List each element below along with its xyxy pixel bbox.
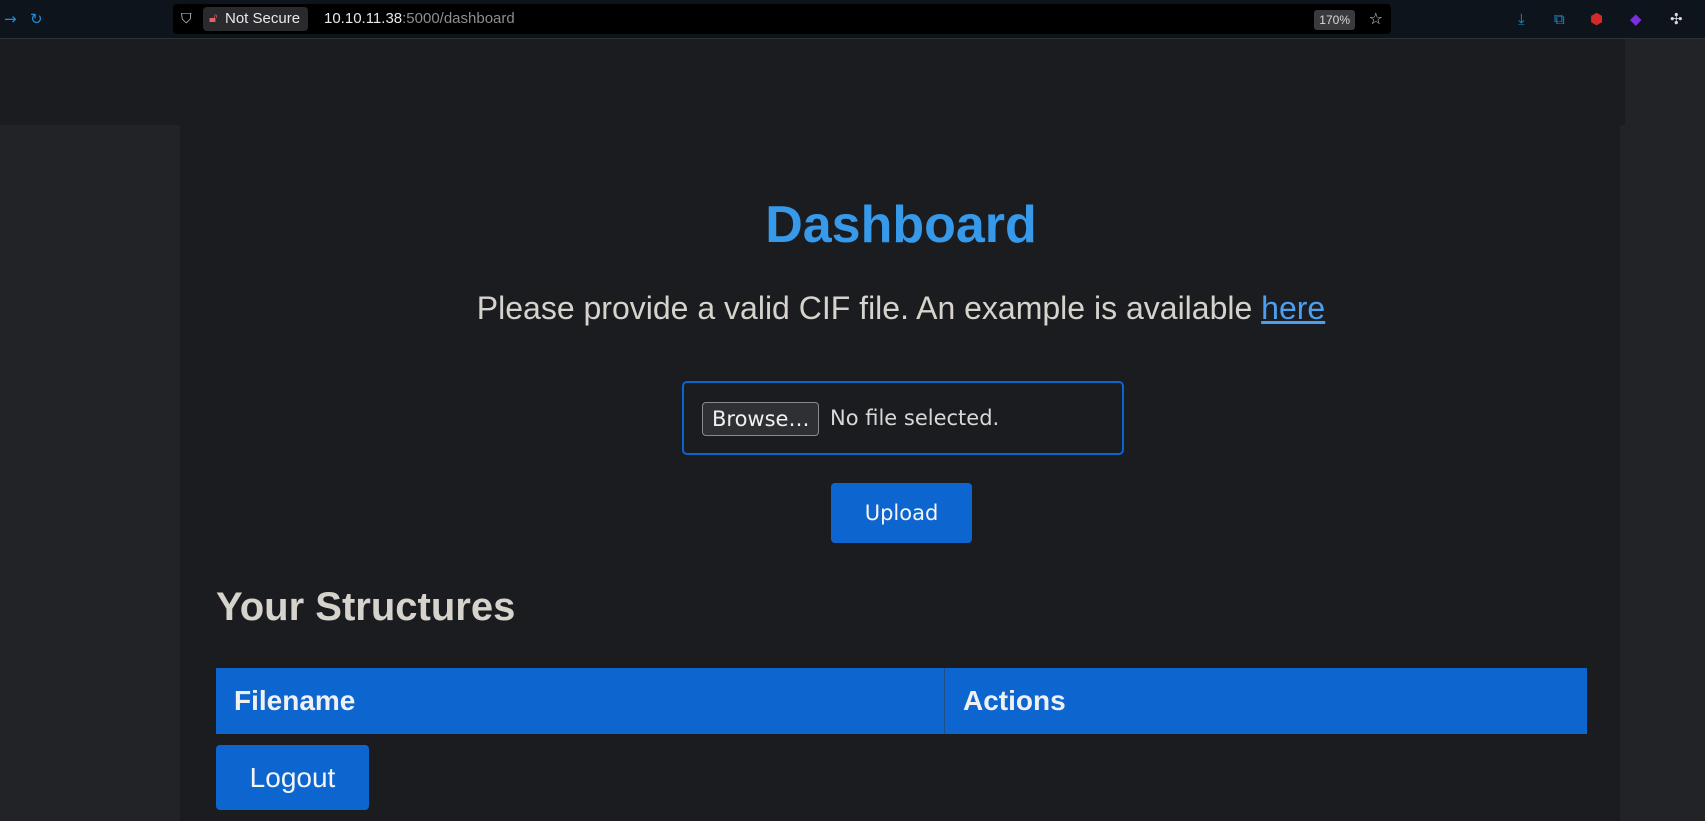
url-text[interactable]: 10.10.11.38:5000/dashboard xyxy=(324,4,515,34)
dashboard-container: Dashboard Please provide a valid CIF fil… xyxy=(180,125,1620,821)
upload-button[interactable]: Upload xyxy=(831,483,972,543)
page-margin-right-top xyxy=(1625,39,1705,125)
page-margin-right xyxy=(1620,125,1705,821)
url-host: 10.10.11.38 xyxy=(324,10,403,27)
browser-toolbar: → ↻ ⛉ 🔓︎ Not Secure 10.10.11.38:5000/das… xyxy=(0,0,1705,39)
extensions-icon[interactable]: ⧉ xyxy=(1554,0,1565,38)
url-path: :5000/dashboard xyxy=(402,10,515,27)
security-label: Not Secure xyxy=(225,10,301,27)
insecure-lock-icon: 🔓︎ xyxy=(209,11,218,26)
browse-button[interactable]: Browse… xyxy=(702,402,820,436)
structures-table-header: Filename Actions xyxy=(216,668,1587,734)
zoom-level-badge[interactable]: 170% xyxy=(1314,10,1355,30)
shield-icon[interactable]: ⛉ xyxy=(181,4,192,34)
downloads-icon[interactable]: ⤓ xyxy=(1518,0,1525,38)
puzzle-icon[interactable]: ✣ xyxy=(1670,0,1683,38)
structures-heading: Your Structures xyxy=(216,585,516,629)
column-header-actions: Actions xyxy=(963,685,1066,716)
site-security-indicator[interactable]: 🔓︎ Not Secure xyxy=(203,7,309,31)
ublock-origin-icon[interactable]: ⬢ xyxy=(1590,0,1603,38)
address-bar[interactable]: ⛉ 🔓︎ Not Secure 10.10.11.38:5000/dashboa… xyxy=(173,4,1391,34)
bookmark-star-icon[interactable]: ☆ xyxy=(1369,4,1383,34)
logout-button[interactable]: Logout xyxy=(216,745,369,810)
instruction-text: Please provide a valid CIF file. An exam… xyxy=(476,290,1253,326)
page-title: Dashboard xyxy=(765,196,1037,254)
extension-diamond-icon[interactable]: ◆ xyxy=(1630,0,1642,38)
forward-icon[interactable]: → xyxy=(4,0,17,38)
column-header-filename: Filename xyxy=(216,668,945,734)
file-status: No file selected. xyxy=(830,406,1000,430)
page-top-band xyxy=(0,39,1625,125)
example-link[interactable]: here xyxy=(1261,290,1325,326)
page-margin-left xyxy=(0,125,180,821)
upload-instruction: Please provide a valid CIF file. An exam… xyxy=(180,290,1622,327)
reload-icon[interactable]: ↻ xyxy=(30,0,43,38)
file-input[interactable]: Browse… No file selected. xyxy=(682,381,1124,455)
